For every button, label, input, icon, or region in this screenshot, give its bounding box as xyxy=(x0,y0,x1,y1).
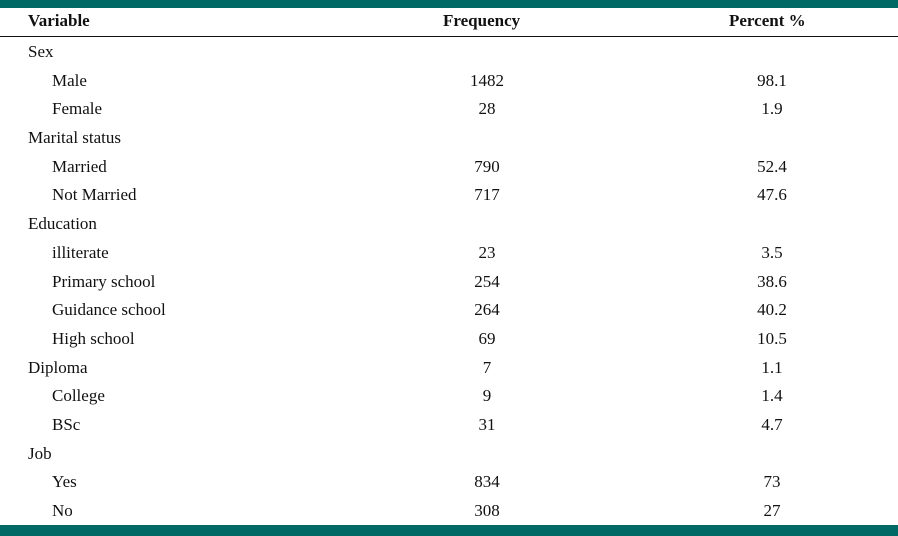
frequency-value: 9 xyxy=(482,386,492,406)
table-group-row: Sex xyxy=(0,38,898,67)
percent-value: 1.9 xyxy=(761,99,783,119)
frequency-value: 1482 xyxy=(470,70,504,90)
variable-label: College xyxy=(52,386,105,406)
table-row: No 308 27 xyxy=(0,497,898,526)
table-row: High school 69 10.5 xyxy=(0,325,898,354)
percent-value: 40.2 xyxy=(757,300,787,320)
percent-value: 1.1 xyxy=(761,357,783,377)
frequency-value: 23 xyxy=(478,242,496,262)
percent-value: 10.5 xyxy=(757,328,787,348)
variable-label: Yes xyxy=(52,472,77,492)
frequency-value: 69 xyxy=(478,328,496,348)
table-row: Married 790 52.4 xyxy=(0,153,898,182)
percent-value: 4.7 xyxy=(761,414,783,434)
percent-value: 1.4 xyxy=(761,386,783,406)
header-percent: Percent % xyxy=(729,11,806,30)
frequency-value: 254 xyxy=(474,271,500,291)
variable-label: illiterate xyxy=(52,242,109,262)
table-group-row: Diploma 7 1.1 xyxy=(0,354,898,383)
variable-label: Not Married xyxy=(52,185,137,205)
demographics-table: Variable Frequency Percent % Sex Male 1482… xyxy=(0,8,898,526)
variable-label: BSc xyxy=(52,414,81,434)
table-row: Yes 834 73 xyxy=(0,468,898,497)
group-label: Diploma xyxy=(28,357,88,377)
variable-label: No xyxy=(52,501,73,520)
frequency-value: 308 xyxy=(474,501,500,520)
table-group-row: Marital status xyxy=(0,124,898,153)
percent-value: 98.1 xyxy=(757,70,787,90)
table-row: Male 1482 98.1 xyxy=(0,67,898,96)
percent-value: 52.4 xyxy=(757,156,787,176)
group-label: Sex xyxy=(28,42,54,61)
table-row: College 9 1.4 xyxy=(0,382,898,411)
table-body: Sex Male 1482 98.1 Female 28 1.9 Marital status… xyxy=(0,37,898,526)
frequency-value: 31 xyxy=(478,414,496,434)
top-accent-bar xyxy=(0,0,898,8)
table-row: Not Married 717 47.6 xyxy=(0,181,898,210)
table-group-row: Education xyxy=(0,210,898,239)
table-row: BSc 31 4.7 xyxy=(0,411,898,440)
table-group-row: Job xyxy=(0,440,898,469)
frequency-value: 264 xyxy=(474,300,500,320)
percent-value: 73 xyxy=(763,472,781,492)
frequency-value: 28 xyxy=(478,99,496,119)
percent-value: 38.6 xyxy=(757,271,787,291)
variable-label: Male xyxy=(52,70,87,90)
variable-label: Female xyxy=(52,99,103,119)
variable-label: Guidance school xyxy=(52,300,166,320)
header-variable: Variable xyxy=(28,11,90,30)
frequency-value: 834 xyxy=(474,472,500,492)
group-label: Marital status xyxy=(28,128,122,148)
table-header-row: Variable Frequency Percent % xyxy=(0,8,898,37)
table-row: Guidance school 264 40.2 xyxy=(0,296,898,325)
percent-value: 47.6 xyxy=(757,185,787,205)
variable-label: Married xyxy=(52,156,107,176)
percent-value: 3.5 xyxy=(761,242,783,262)
table-row: Female 28 1.9 xyxy=(0,95,898,124)
frequency-value: 7 xyxy=(482,357,492,377)
percent-value: 27 xyxy=(763,501,781,520)
table-row: Primary school 254 38.6 xyxy=(0,268,898,297)
frequency-value: 790 xyxy=(474,156,500,176)
frequency-value: 717 xyxy=(474,185,500,205)
group-label: Job xyxy=(28,443,52,463)
table-row: illiterate 23 3.5 xyxy=(0,239,898,268)
variable-label: High school xyxy=(52,328,135,348)
bottom-accent-bar xyxy=(0,525,898,536)
header-frequency: Frequency xyxy=(443,11,521,30)
group-label: Education xyxy=(28,214,97,234)
variable-label: Primary school xyxy=(52,271,156,291)
